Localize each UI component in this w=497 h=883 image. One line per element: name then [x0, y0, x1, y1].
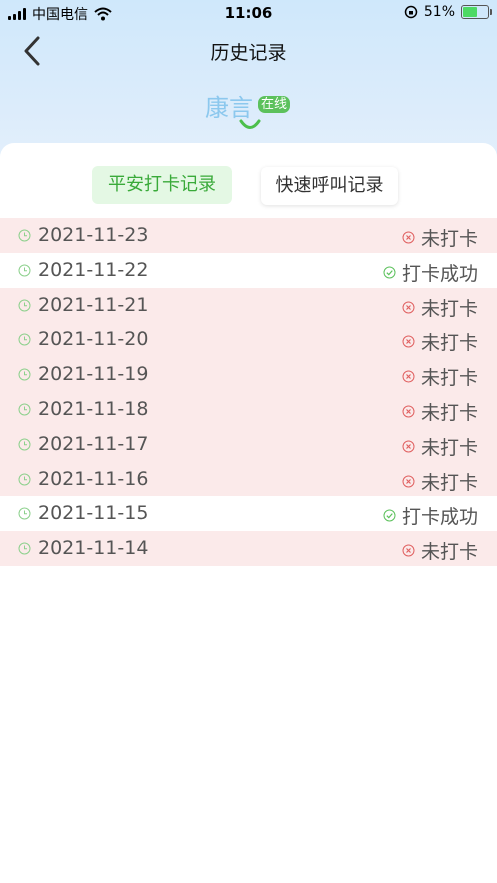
cross-circle-icon — [402, 544, 415, 557]
record-status-label: 未打卡 — [420, 541, 478, 564]
records-list: 2021-11-23 未打卡 2021-11-22 打卡成功 2021-11-2… — [0, 218, 497, 566]
cross-circle-icon — [402, 301, 415, 314]
online-status-badge: 在线 — [258, 96, 291, 113]
page-title: 历史记录 — [210, 42, 287, 64]
record-status: 未打卡 — [402, 224, 478, 251]
clock-icon — [18, 264, 31, 277]
record-status: 未打卡 — [402, 433, 478, 460]
record-status: 未打卡 — [402, 363, 478, 390]
battery-icon — [461, 5, 492, 19]
list-item: 2021-11-16 未打卡 — [0, 461, 497, 497]
record-date: 2021-11-20 — [38, 328, 149, 351]
smile-icon — [239, 119, 261, 129]
list-item: 2021-11-22 打卡成功 — [0, 252, 497, 288]
status-bar-right: 51% — [404, 4, 492, 20]
record-date: 2021-11-14 — [38, 537, 149, 560]
record-status: 未打卡 — [402, 537, 478, 564]
record-status: 打卡成功 — [383, 259, 478, 286]
list-item: 2021-11-20 未打卡 — [0, 322, 497, 358]
battery-percent: 51% — [423, 4, 455, 20]
record-status-label: 未打卡 — [420, 471, 478, 494]
record-status-label: 未打卡 — [420, 436, 478, 459]
list-item: 2021-11-14 未打卡 — [0, 531, 497, 566]
clock-icon — [18, 368, 31, 381]
tab-quick-call-records[interactable]: 快速呼叫记录 — [261, 167, 398, 205]
list-item: 2021-11-23 未打卡 — [0, 218, 497, 253]
record-date: 2021-11-16 — [38, 467, 149, 490]
tab-checkin-records[interactable]: 平安打卡记录 — [92, 166, 232, 204]
list-item: 2021-11-18 未打卡 — [0, 391, 497, 427]
orientation-lock-icon — [404, 5, 418, 19]
check-circle-icon — [383, 266, 396, 279]
record-status: 未打卡 — [402, 398, 478, 425]
record-date: 2021-11-21 — [38, 293, 149, 316]
check-circle-icon — [383, 509, 396, 522]
clock-icon — [18, 229, 31, 242]
record-status-label: 打卡成功 — [401, 262, 478, 285]
record-date: 2021-11-23 — [38, 224, 149, 246]
clock-icon — [18, 473, 31, 486]
clock-icon — [18, 299, 31, 312]
list-item: 2021-11-21 未打卡 — [0, 287, 497, 323]
list-item: 2021-11-19 未打卡 — [0, 357, 497, 392]
clock-icon — [18, 403, 31, 416]
record-date: 2021-11-15 — [38, 502, 149, 525]
clock-icon — [18, 542, 31, 555]
cross-circle-icon — [402, 405, 415, 418]
record-status-label: 打卡成功 — [401, 506, 478, 529]
cross-circle-icon — [402, 370, 415, 383]
list-item: 2021-11-15 打卡成功 — [0, 496, 497, 532]
record-date: 2021-11-22 — [38, 258, 149, 281]
record-status-label: 未打卡 — [420, 297, 478, 320]
status-bar: 中国电信 11:06 51% — [0, 0, 497, 26]
cross-circle-icon — [402, 440, 415, 453]
clock-icon — [18, 333, 31, 346]
clock-icon — [18, 507, 31, 520]
record-date: 2021-11-18 — [38, 397, 149, 420]
record-status: 打卡成功 — [383, 502, 478, 529]
record-status: 未打卡 — [402, 468, 478, 495]
record-status-label: 未打卡 — [420, 367, 478, 390]
record-status: 未打卡 — [402, 328, 478, 355]
record-status-label: 未打卡 — [420, 228, 478, 250]
record-date: 2021-11-19 — [38, 363, 149, 386]
cross-circle-icon — [402, 475, 415, 488]
cross-circle-icon — [402, 335, 415, 348]
list-item: 2021-11-17 未打卡 — [0, 426, 497, 462]
record-status-label: 未打卡 — [420, 332, 478, 355]
record-status-label: 未打卡 — [420, 401, 478, 424]
record-date: 2021-11-17 — [38, 432, 149, 455]
record-status: 未打卡 — [402, 294, 478, 321]
cross-circle-icon — [402, 231, 415, 244]
clock-icon — [18, 438, 31, 451]
